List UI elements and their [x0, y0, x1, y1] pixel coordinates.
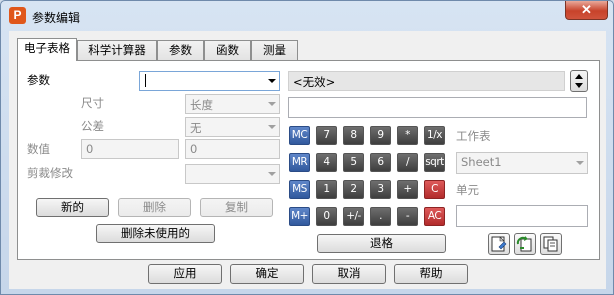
spreadsheet-insert-icon[interactable] — [488, 233, 510, 255]
delete-button[interactable]: 删除 — [118, 198, 191, 217]
ok-button[interactable]: 确定 — [230, 264, 304, 284]
tolerance-label: 公差 — [81, 119, 104, 133]
key-sqrt[interactable]: sqrt — [424, 153, 445, 172]
size-value: 长度 — [190, 98, 213, 112]
key-reciprocal[interactable]: 1/x — [424, 126, 445, 145]
text-caret — [145, 74, 146, 87]
refresh-icon[interactable] — [514, 233, 536, 255]
worksheet-label: 工作表 — [456, 129, 491, 143]
key-ms[interactable]: MS — [289, 180, 310, 199]
key-5[interactable]: 5 — [343, 153, 364, 172]
key-clear[interactable]: C — [424, 180, 445, 199]
close-button[interactable]: ✕ — [565, 1, 608, 20]
key-divide[interactable]: / — [397, 153, 418, 172]
key-mc[interactable]: MC — [289, 126, 310, 145]
backspace-button[interactable]: 退格 — [317, 234, 446, 253]
chevron-down-icon — [576, 161, 584, 165]
chevron-down-icon — [268, 102, 276, 106]
window-title: 参数编辑 — [32, 11, 81, 25]
tab-parameters[interactable]: 参数 — [157, 40, 204, 60]
key-3[interactable]: 3 — [370, 180, 391, 199]
worksheet-select[interactable]: Sheet1 — [456, 152, 588, 174]
dialog-window: P 参数编辑 ✕ 电子表格 科学计算器 参数 函数 测量 参数 尺寸 长度 公差… — [0, 0, 614, 295]
cancel-button[interactable]: 取消 — [312, 264, 386, 284]
help-button[interactable]: 帮助 — [394, 264, 468, 284]
copy-sheet-icon[interactable] — [540, 233, 562, 255]
key-1[interactable]: 1 — [316, 180, 337, 199]
key-0[interactable]: 0 — [316, 207, 337, 226]
key-all-clear[interactable]: AC — [424, 207, 445, 226]
key-plus[interactable]: + — [397, 180, 418, 199]
cell-label: 单元 — [456, 183, 479, 197]
size-label: 尺寸 — [81, 96, 104, 110]
key-mr[interactable]: MR — [289, 153, 310, 172]
worksheet-value: Sheet1 — [461, 155, 502, 169]
spin-up-down-button[interactable] — [570, 70, 588, 92]
numeric-label: 数值 — [27, 142, 50, 156]
numeric-value-field-2[interactable]: 0 — [185, 139, 280, 159]
key-4[interactable]: 4 — [316, 153, 337, 172]
key-m-plus[interactable]: M+ — [289, 207, 310, 226]
delete-unused-button[interactable]: 删除未使用的 — [96, 224, 215, 243]
dialog-body: 电子表格 科学计算器 参数 函数 测量 参数 尺寸 长度 公差 无 数值 0 0… — [9, 31, 606, 289]
parameter-label: 参数 — [27, 73, 50, 87]
tolerance-select[interactable]: 无 — [185, 117, 280, 137]
numeric-value-field[interactable]: 0 — [81, 139, 179, 159]
chevron-down-icon — [268, 125, 276, 129]
copy-button[interactable]: 复制 — [200, 198, 273, 217]
calculator-input-field[interactable] — [288, 97, 587, 118]
arrow-down-icon — [575, 83, 583, 88]
tolerance-value: 无 — [190, 121, 202, 135]
apply-button[interactable]: 应用 — [148, 264, 222, 284]
tab-spreadsheet[interactable]: 电子表格 — [17, 38, 77, 61]
chevron-down-icon — [268, 79, 276, 83]
spreadsheet-panel: 参数 尺寸 长度 公差 无 数值 0 0 剪裁修改 新的 删除 复制 删除未使用… — [17, 60, 600, 260]
app-logo-icon: P — [9, 7, 26, 24]
key-minus[interactable]: - — [397, 207, 418, 226]
key-8[interactable]: 8 — [343, 126, 364, 145]
tab-functions[interactable]: 函数 — [204, 40, 251, 60]
key-2[interactable]: 2 — [343, 180, 364, 199]
trim-modify-select[interactable] — [185, 164, 280, 184]
key-multiply[interactable]: * — [397, 126, 418, 145]
cell-field[interactable] — [456, 205, 588, 227]
title-bar: P 参数编辑 ✕ — [1, 1, 613, 31]
key-9[interactable]: 9 — [370, 126, 391, 145]
parameter-combo[interactable] — [139, 71, 280, 91]
new-button[interactable]: 新的 — [36, 198, 109, 217]
size-select[interactable]: 长度 — [185, 94, 280, 114]
trim-modify-label: 剪裁修改 — [27, 166, 73, 180]
key-negate[interactable]: +/- — [343, 207, 364, 226]
chevron-down-icon — [268, 172, 276, 176]
tab-scientific-calculator[interactable]: 科学计算器 — [77, 40, 157, 60]
calculator-result-display: <无效> — [288, 71, 565, 91]
arrow-up-icon — [575, 74, 583, 79]
key-7[interactable]: 7 — [316, 126, 337, 145]
key-decimal[interactable]: . — [370, 207, 391, 226]
tab-measure[interactable]: 测量 — [251, 40, 298, 60]
key-6[interactable]: 6 — [370, 153, 391, 172]
